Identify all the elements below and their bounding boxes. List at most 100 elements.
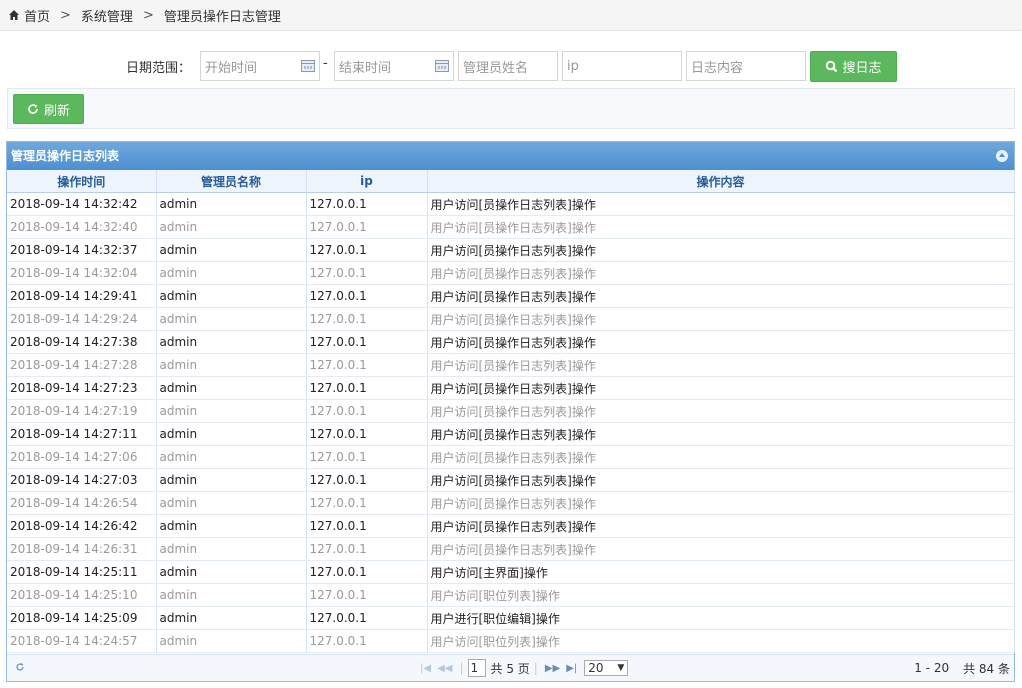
cell-ip: 127.0.0.1 — [306, 422, 428, 446]
cell-content: 用户访问[员操作日志列表]操作 — [427, 422, 1015, 446]
table-row[interactable]: 2018-09-14 14:25:09 admin 127.0.0.1 用户进行[职位… — [7, 606, 1015, 630]
cell-admin: admin — [156, 583, 307, 607]
cell-ip: 127.0.0.1 — [306, 537, 428, 561]
total-records-text: 共 84 条 — [963, 661, 1010, 676]
cell-content: 用户访问[员操作日志列表]操作 — [427, 284, 1015, 308]
cell-time: 2018-09-14 14:26:42 — [7, 514, 157, 538]
table-row[interactable]: 2018-09-14 14:26:54 admin 127.0.0.1 用户访问[员操… — [7, 491, 1015, 515]
cell-time: 2018-09-14 14:32:40 — [7, 215, 157, 239]
cell-time: 2018-09-14 14:32:42 — [7, 192, 157, 216]
pager-divider: | — [459, 661, 464, 675]
cell-time: 2018-09-14 14:27:11 — [7, 422, 157, 446]
cell-content: 用户访问[员操作日志列表]操作 — [427, 307, 1015, 331]
cell-admin: admin — [156, 307, 307, 331]
table-row[interactable]: 2018-09-14 14:27:19 admin 127.0.0.1 用户访问[员操… — [7, 399, 1015, 423]
breadcrumb-home[interactable]: 首页 — [24, 6, 50, 25]
cell-content: 用户访问[员操作日志列表]操作 — [427, 330, 1015, 354]
last-page-icon[interactable]: ▶| — [566, 663, 577, 674]
table-row[interactable]: 2018-09-14 14:29:41 admin 127.0.0.1 用户访问[员操… — [7, 284, 1015, 308]
table-row[interactable]: 2018-09-14 14:32:04 admin 127.0.0.1 用户访问[员操… — [7, 261, 1015, 285]
cell-admin: admin — [156, 468, 307, 492]
table-row[interactable]: 2018-09-14 14:27:28 admin 127.0.0.1 用户访问[员操… — [7, 353, 1015, 377]
home-icon[interactable] — [8, 9, 20, 21]
cell-admin: admin — [156, 284, 307, 308]
cell-content: 用户访问[职位列表]操作 — [427, 583, 1015, 607]
cell-admin: admin — [156, 629, 307, 653]
start-date-input[interactable]: 开始时间 — [200, 51, 320, 81]
table-row[interactable]: 2018-09-14 14:26:31 admin 127.0.0.1 用户访问[员操… — [7, 537, 1015, 561]
cell-content: 用户访问[员操作日志列表]操作 — [427, 491, 1015, 515]
cell-content: 用户访问[员操作日志列表]操作 — [427, 215, 1015, 239]
search-button-label: 搜日志 — [842, 61, 882, 76]
table-body: 2018-09-14 14:32:42 admin 127.0.0.1 用户访问[员操… — [7, 192, 1015, 653]
table-header-row: 操作时间 管理员名称 ip 操作内容 — [7, 170, 1015, 193]
refresh-button[interactable]: 刷新 — [13, 94, 84, 124]
admin-name-input[interactable]: 管理员姓名 — [458, 51, 558, 81]
cell-content: 用户访问[员操作日志列表]操作 — [427, 238, 1015, 262]
collapse-icon[interactable] — [996, 150, 1008, 162]
table-row[interactable]: 2018-09-14 14:27:03 admin 127.0.0.1 用户访问[员操… — [7, 468, 1015, 492]
cell-admin: admin — [156, 537, 307, 561]
search-bar: 日期范围： 开始时间 - 结束时间 管理员姓名 ip 日志内容 搜日志 — [0, 51, 1022, 83]
table-row[interactable]: 2018-09-14 14:32:37 admin 127.0.0.1 用户访问[员操… — [7, 238, 1015, 262]
end-date-input[interactable]: 结束时间 — [334, 51, 454, 81]
date-range-label: 日期范围： — [126, 61, 192, 76]
cell-admin: admin — [156, 215, 307, 239]
page-number-input[interactable]: 1 — [467, 659, 486, 677]
admin-name-placeholder: 管理员姓名 — [463, 60, 529, 76]
cell-content: 用户访问[员操作日志列表]操作 — [427, 353, 1015, 377]
cell-admin: admin — [156, 399, 307, 423]
table-row[interactable]: 2018-09-14 14:29:24 admin 127.0.0.1 用户访问[员操… — [7, 307, 1015, 331]
cell-time: 2018-09-14 14:24:57 — [7, 629, 157, 653]
table-row[interactable]: 2018-09-14 14:27:11 admin 127.0.0.1 用户访问[员操… — [7, 422, 1015, 446]
cell-ip: 127.0.0.1 — [306, 399, 428, 423]
ip-input[interactable]: ip — [562, 51, 682, 81]
cell-content: 用户访问[员操作日志列表]操作 — [427, 445, 1015, 469]
column-header-admin[interactable]: 管理员名称 — [156, 170, 307, 193]
table-row[interactable]: 2018-09-14 14:25:11 admin 127.0.0.1 用户访问[主界… — [7, 560, 1015, 584]
cell-ip: 127.0.0.1 — [306, 353, 428, 377]
prev-page-icon[interactable]: ◀◀ — [437, 663, 452, 674]
cell-content: 用户访问[员操作日志列表]操作 — [427, 514, 1015, 538]
cell-content: 用户进行[职位编辑]操作 — [427, 606, 1015, 630]
breadcrumb: 首页 > 系统管理 > 管理员操作日志管理 — [0, 0, 1022, 31]
cell-content: 用户访问[主界面]操作 — [427, 560, 1015, 584]
cell-time: 2018-09-14 14:27:38 — [7, 330, 157, 354]
cell-time: 2018-09-14 14:27:06 — [7, 445, 157, 469]
column-header-ip[interactable]: ip — [306, 170, 428, 193]
chevron-down-icon: ▼ — [617, 663, 625, 673]
column-header-time[interactable]: 操作时间 — [7, 170, 157, 193]
cell-ip: 127.0.0.1 — [306, 583, 428, 607]
search-logs-button[interactable]: 搜日志 — [810, 51, 897, 82]
table-row[interactable]: 2018-09-14 14:26:42 admin 127.0.0.1 用户访问[员操… — [7, 514, 1015, 538]
cell-content: 用户访问[职位列表]操作 — [427, 629, 1015, 653]
cell-admin: admin — [156, 445, 307, 469]
cell-time: 2018-09-14 14:27:03 — [7, 468, 157, 492]
cell-admin: admin — [156, 491, 307, 515]
column-header-content[interactable]: 操作内容 — [427, 170, 1015, 193]
cell-time: 2018-09-14 14:25:11 — [7, 560, 157, 584]
table-row[interactable]: 2018-09-14 14:27:06 admin 127.0.0.1 用户访问[员操… — [7, 445, 1015, 469]
log-content-input[interactable]: 日志内容 — [686, 51, 806, 81]
table-row[interactable]: 2018-09-14 14:25:10 admin 127.0.0.1 用户访问[职位… — [7, 583, 1015, 607]
table-row[interactable]: 2018-09-14 14:24:57 admin 127.0.0.1 用户访问[职位… — [7, 629, 1015, 653]
table-row[interactable]: 2018-09-14 14:32:40 admin 127.0.0.1 用户访问[员操… — [7, 215, 1015, 239]
table-row[interactable]: 2018-09-14 14:27:38 admin 127.0.0.1 用户访问[员操… — [7, 330, 1015, 354]
next-page-icon[interactable]: ▶▶ — [545, 663, 560, 674]
cell-admin: admin — [156, 376, 307, 400]
cell-admin: admin — [156, 261, 307, 285]
table-row[interactable]: 2018-09-14 14:27:23 admin 127.0.0.1 用户访问[员操… — [7, 376, 1015, 400]
cell-ip: 127.0.0.1 — [306, 606, 428, 630]
cell-ip: 127.0.0.1 — [306, 514, 428, 538]
calendar-icon[interactable] — [435, 60, 449, 72]
calendar-icon[interactable] — [301, 60, 315, 72]
cell-time: 2018-09-14 14:27:23 — [7, 376, 157, 400]
page-size-select[interactable]: 20 ▼ — [584, 660, 629, 676]
cell-ip: 127.0.0.1 — [306, 284, 428, 308]
table-row[interactable]: 2018-09-14 14:32:42 admin 127.0.0.1 用户访问[员操… — [7, 192, 1015, 216]
breadcrumb-system[interactable]: 系统管理 — [81, 6, 133, 25]
pager-divider: | — [533, 661, 538, 675]
first-page-icon[interactable]: |◀ — [420, 663, 431, 674]
reload-icon[interactable] — [15, 661, 25, 675]
cell-content: 用户访问[员操作日志列表]操作 — [427, 192, 1015, 216]
